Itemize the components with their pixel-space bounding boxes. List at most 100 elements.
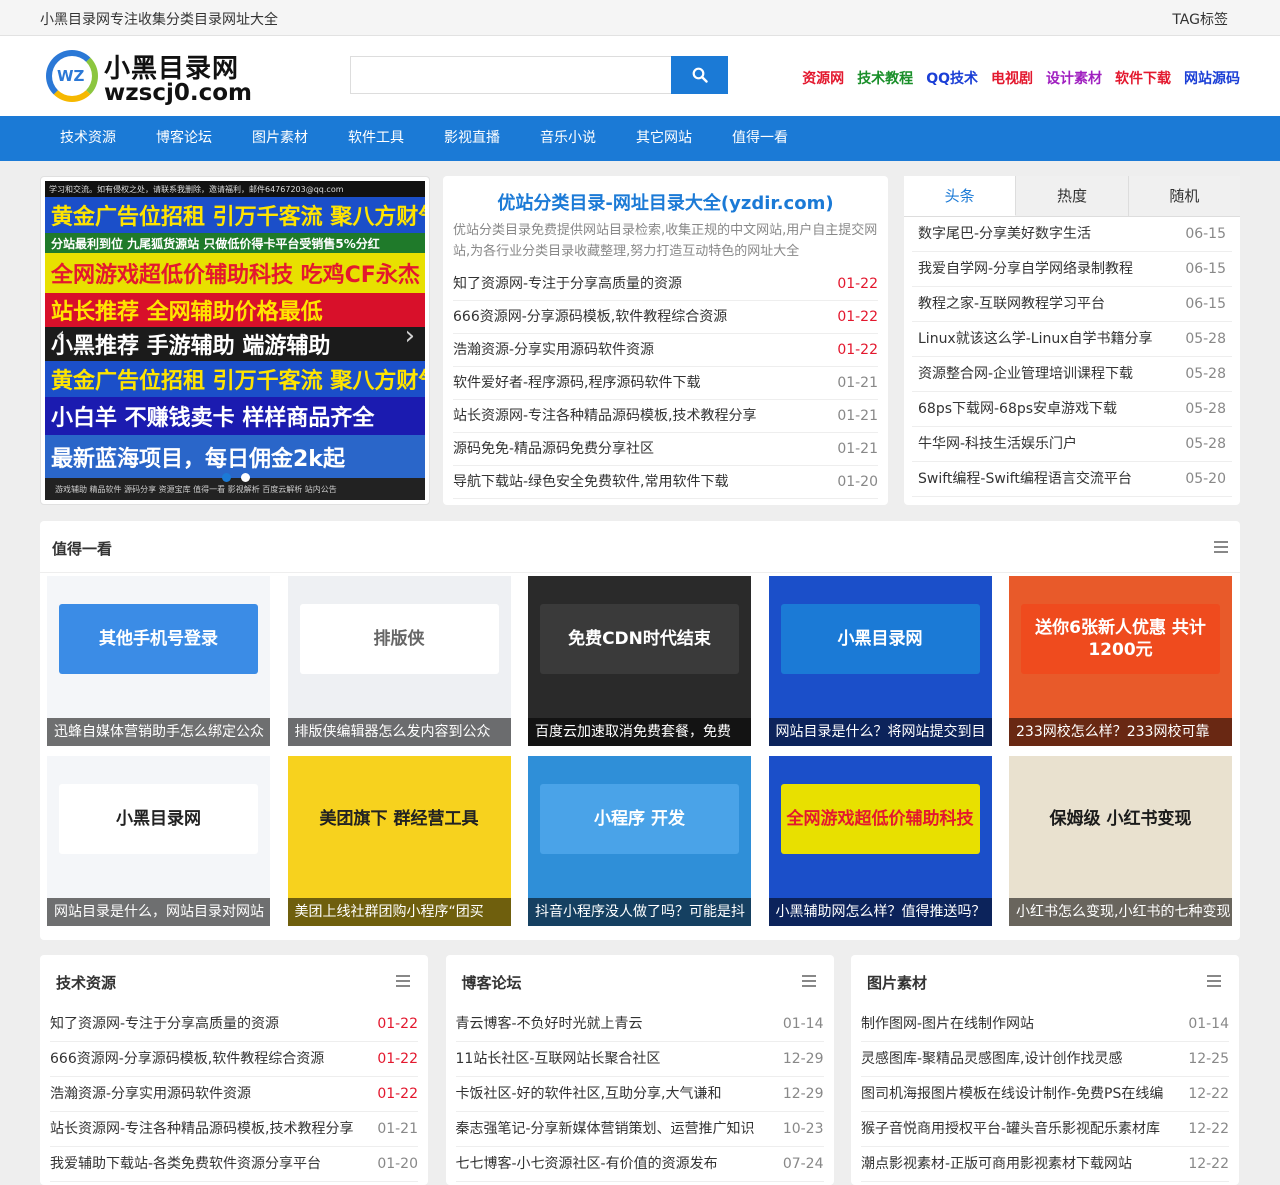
tab-3[interactable]: 随机 [1128, 176, 1240, 216]
column-item-title[interactable]: 卡饭社区-好的软件社区,互助分享,大气谦和 [456, 1077, 722, 1111]
featured-item[interactable]: 软件爱好者-程序源码,程序源码软件下载 01-21 [453, 367, 878, 400]
column-item-title[interactable]: 站长资源网-专注各种精品源码模板,技术教程分享 [50, 1112, 354, 1146]
column-item-title[interactable]: 灵感图库-聚精品灵感图库,设计创作找灵感 [861, 1042, 1123, 1076]
column-item[interactable]: 七七博客-小七资源社区-有价值的资源发布 07-24 [455, 1147, 824, 1182]
card-caption[interactable]: 网站目录是什么？将网站提交到目 [768, 718, 992, 746]
column-item[interactable]: 制作图网-图片在线制作网站 01-14 [861, 1007, 1229, 1042]
column-item-title[interactable]: 浩瀚资源-分享实用源码软件资源 [50, 1077, 251, 1111]
header-link-4[interactable]: 电视剧 [991, 68, 1033, 88]
side-item-title[interactable]: Linux就该这么学-Linux自学书籍分享 [918, 322, 1153, 356]
nav-item-8[interactable]: 值得一看 [712, 116, 808, 161]
worth-card[interactable]: 送你6张新人优惠 共计1200元 233网校怎么样？233网校可靠 [1009, 576, 1232, 746]
tab-2[interactable]: 热度 [1016, 176, 1129, 216]
worth-card[interactable]: 保姆级 小红书变现 小红书怎么变现,小红书的七种变现 [1009, 756, 1232, 926]
side-item[interactable]: Swift编程-Swift编程语言交流平台 05-20 [912, 462, 1232, 497]
column-item-title[interactable]: 潮点影视素材-正版可商用影视素材下载网站 [861, 1147, 1132, 1181]
column-item[interactable]: 图司机海报图片模板在线设计制作-免费PS在线编 12-22 [861, 1077, 1229, 1112]
column-item-title[interactable]: 知了资源网-专注于分享高质量的资源 [50, 1007, 279, 1041]
featured-item-title[interactable]: 软件爱好者-程序源码,程序源码软件下载 [453, 367, 701, 399]
header-link-7[interactable]: 网站源码 [1184, 68, 1240, 88]
header-link-6[interactable]: 软件下载 [1115, 68, 1171, 88]
worth-card[interactable]: 小黑目录网 网站目录是什么？将网站提交到目 [768, 576, 992, 746]
card-caption[interactable]: 233网校怎么样？233网校可靠 [1009, 718, 1232, 746]
side-item[interactable]: 我爱自学网-分享自学网络录制教程 06-15 [912, 252, 1232, 287]
card-caption[interactable]: 美团上线社群团购小程序“团买 [287, 898, 511, 926]
column-item-title[interactable]: 图司机海报图片模板在线设计制作-免费PS在线编 [861, 1077, 1163, 1111]
search-button[interactable] [671, 56, 728, 94]
featured-item[interactable]: 浩瀚资源-分享实用源码软件资源 01-22 [453, 334, 878, 367]
list-menu-icon[interactable] [1207, 975, 1221, 987]
featured-item[interactable]: 知了资源网-专注于分享高质量的资源 01-22 [453, 268, 878, 301]
nav-item-5[interactable]: 影视直播 [424, 116, 520, 161]
side-item[interactable]: 资源整合网-企业管理培训课程下载 05-28 [912, 357, 1232, 392]
nav-item-7[interactable]: 其它网站 [616, 116, 712, 161]
search-input[interactable] [350, 56, 671, 94]
featured-item-title[interactable]: 导航下载站-绿色安全免费软件,常用软件下载 [453, 466, 729, 498]
list-menu-icon[interactable] [801, 975, 816, 987]
featured-item[interactable]: 站长资源网-专注各种精品源码模板,技术教程分享 01-21 [453, 400, 878, 433]
side-item-title[interactable]: 资源整合网-企业管理培训课程下载 [918, 357, 1133, 391]
slider-dot-2[interactable] [241, 473, 250, 482]
side-item-title[interactable]: 教程之家-互联网教程学习平台 [918, 287, 1105, 321]
nav-item-4[interactable]: 软件工具 [328, 116, 424, 161]
next-arrow-icon[interactable]: › [405, 321, 415, 351]
banner-image[interactable]: 学习和交流。如有侵权之处，请联系我删除，邀请福利，邮件64767203@qq.c… [45, 181, 425, 500]
header-link-3[interactable]: QQ技术 [926, 68, 978, 88]
tag-link[interactable]: TAG标签 [1172, 9, 1228, 29]
column-item[interactable]: 卡饭社区-好的软件社区,互助分享,大气谦和 12-29 [455, 1077, 824, 1112]
slider-dot-1[interactable] [222, 473, 231, 482]
column-item-title[interactable]: 制作图网-图片在线制作网站 [861, 1007, 1034, 1041]
card-caption[interactable]: 排版侠编辑器怎么发内容到公众 [287, 718, 511, 746]
featured-item-title[interactable]: 浩瀚资源-分享实用源码软件资源 [453, 334, 654, 366]
featured-item-title[interactable]: 666资源网-分享源码模板,软件教程综合资源 [453, 301, 727, 333]
column-item[interactable]: 666资源网-分享源码模板,软件教程综合资源 01-22 [50, 1042, 418, 1077]
header-link-1[interactable]: 资源网 [802, 68, 844, 88]
column-item[interactable]: 秦志强笔记-分享新媒体营销策划、运营推广知识 10-23 [455, 1112, 824, 1147]
featured-title[interactable]: 优站分类目录-网址目录大全(yzdir.com) [453, 189, 878, 215]
side-item[interactable]: 牛华网-科技生活娱乐门户 05-28 [912, 427, 1232, 462]
card-caption[interactable]: 抖音小程序没人做了吗？可能是抖 [528, 898, 751, 926]
card-caption[interactable]: 小红书怎么变现,小红书的七种变现 [1009, 898, 1232, 926]
site-logo[interactable]: WZ 小黑目录网 wzscj0.com [46, 48, 256, 108]
list-menu-icon[interactable] [396, 975, 410, 987]
worth-card[interactable]: 小黑目录网 网站目录是什么，网站目录对网站 [47, 756, 270, 926]
featured-item-title[interactable]: 知了资源网-专注于分享高质量的资源 [453, 268, 682, 300]
featured-item-title[interactable]: 站长资源网-专注各种精品源码模板,技术教程分享 [453, 400, 757, 432]
card-caption[interactable]: 网站目录是什么，网站目录对网站 [47, 898, 270, 926]
worth-card[interactable]: 免费CDN时代结束 百度云加速取消免费套餐，免费 [528, 576, 751, 746]
side-item-title[interactable]: 68ps下载网-68ps安卓游戏下载 [918, 392, 1117, 426]
column-item[interactable]: 知了资源网-专注于分享高质量的资源 01-22 [50, 1007, 418, 1042]
side-item[interactable]: Linux就该这么学-Linux自学书籍分享 05-28 [912, 322, 1232, 357]
nav-item-2[interactable]: 博客论坛 [136, 116, 232, 161]
column-item-title[interactable]: 11站长社区-互联网站长聚合社区 [456, 1042, 661, 1076]
column-item[interactable]: 浩瀚资源-分享实用源码软件资源 01-22 [50, 1077, 418, 1112]
featured-item[interactable]: 666资源网-分享源码模板,软件教程综合资源 01-22 [453, 301, 878, 334]
nav-item-1[interactable]: 技术资源 [40, 116, 136, 161]
card-caption[interactable]: 迅蜂自媒体营销助手怎么绑定公众 [47, 718, 270, 746]
worth-card[interactable]: 全网游戏超低价辅助科技 小黑辅助网怎么样？值得推送吗？ [768, 756, 992, 926]
featured-item[interactable]: 源码免免-精品源码免费分享社区 01-21 [453, 433, 878, 466]
side-item[interactable]: 教程之家-互联网教程学习平台 06-15 [912, 287, 1232, 322]
featured-item-title[interactable]: 源码免免-精品源码免费分享社区 [453, 433, 654, 465]
header-link-2[interactable]: 技术教程 [857, 68, 913, 88]
worth-card[interactable]: 排版侠 排版侠编辑器怎么发内容到公众 [287, 576, 511, 746]
side-item[interactable]: 68ps下载网-68ps安卓游戏下载 05-28 [912, 392, 1232, 427]
column-item[interactable]: 站长资源网-专注各种精品源码模板,技术教程分享 01-21 [50, 1112, 418, 1147]
list-menu-icon[interactable] [1214, 541, 1228, 553]
prev-arrow-icon[interactable]: ‹ [55, 321, 65, 351]
column-item-title[interactable]: 猴子音悦商用授权平台-罐头音乐影视配乐素材库 [861, 1112, 1160, 1146]
column-item-title[interactable]: 我爱辅助下载站-各类免费软件资源分享平台 [50, 1147, 321, 1181]
column-item-title[interactable]: 666资源网-分享源码模板,软件教程综合资源 [50, 1042, 324, 1076]
card-caption[interactable]: 百度云加速取消免费套餐，免费 [528, 718, 751, 746]
featured-item[interactable]: 导航下载站-绿色安全免费软件,常用软件下载 01-20 [453, 466, 878, 499]
header-link-5[interactable]: 设计素材 [1046, 68, 1102, 88]
worth-card[interactable]: 其他手机号登录 迅蜂自媒体营销助手怎么绑定公众 [47, 576, 270, 746]
column-item-title[interactable]: 七七博客-小七资源社区-有价值的资源发布 [456, 1147, 718, 1181]
column-item[interactable]: 猴子音悦商用授权平台-罐头音乐影视配乐素材库 12-22 [861, 1112, 1229, 1147]
side-item-title[interactable]: 我爱自学网-分享自学网络录制教程 [918, 252, 1133, 286]
worth-card[interactable]: 小程序 开发 抖音小程序没人做了吗？可能是抖 [528, 756, 751, 926]
column-item-title[interactable]: 秦志强笔记-分享新媒体营销策划、运营推广知识 [456, 1112, 755, 1146]
side-item-title[interactable]: 数字尾巴-分享美好数字生活 [918, 217, 1091, 251]
nav-item-6[interactable]: 音乐小说 [520, 116, 616, 161]
column-item-title[interactable]: 青云博客-不负好时光就上青云 [456, 1007, 643, 1041]
